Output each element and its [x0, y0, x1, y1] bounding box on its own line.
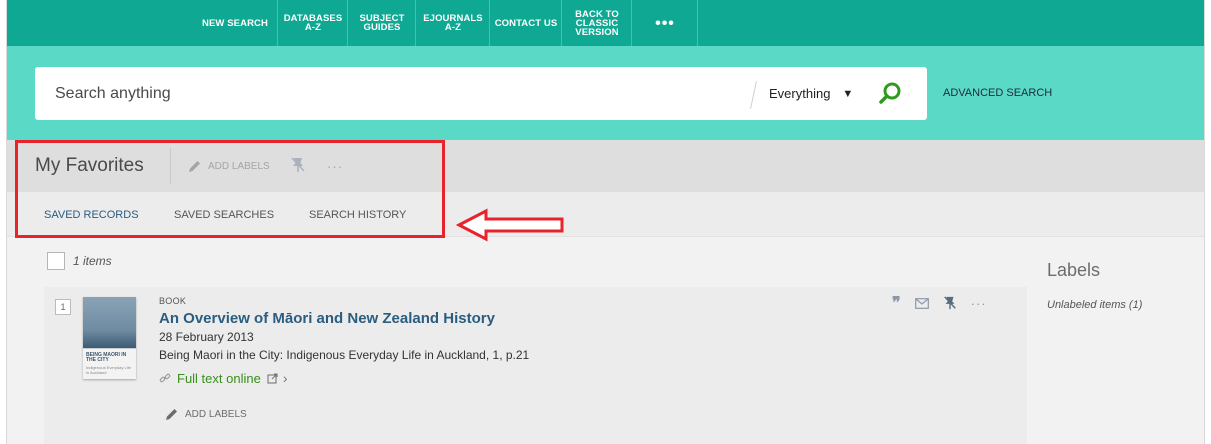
search-scope-dropdown[interactable]: Everything ▼ — [769, 67, 853, 120]
email-icon — [914, 297, 929, 309]
record-type: BOOK — [159, 296, 187, 306]
record-date: 28 February 2013 — [159, 330, 254, 344]
citation-icon[interactable]: ❞ — [892, 295, 901, 311]
record-actions: ❞ ··· — [892, 295, 1001, 311]
top-navigation: NEW SEARCH DATABASES A-Z SUBJECT GUIDES … — [7, 0, 1204, 46]
external-link-icon — [267, 372, 278, 384]
email-button[interactable] — [914, 297, 929, 309]
header-divider — [170, 148, 171, 184]
result-number[interactable]: 1 — [55, 299, 71, 315]
favorites-tabs: SAVED RECORDS SAVED SEARCHES SEARCH HIST… — [7, 192, 1204, 237]
unpin-record-button[interactable] — [943, 295, 957, 311]
unpin-button[interactable] — [290, 156, 306, 179]
page-title: My Favorites — [35, 155, 144, 176]
app-frame: NEW SEARCH DATABASES A-Z SUBJECT GUIDES … — [6, 0, 1205, 444]
results-count: 1 items — [73, 254, 112, 268]
scope-divider — [750, 81, 757, 109]
link-icon — [159, 373, 171, 383]
unpin-icon — [943, 296, 956, 310]
nav-subject-guides[interactable]: SUBJECT GUIDES — [351, 0, 413, 46]
full-text-online-link[interactable]: Full text online › — [159, 370, 288, 386]
nav-databases-az[interactable]: DATABASES A-Z — [281, 0, 345, 46]
availability-label: Full text online — [177, 370, 261, 386]
nav-new-search[interactable]: NEW SEARCH — [197, 0, 273, 46]
cover-title: BEING MAORI IN THE CITY — [86, 352, 127, 363]
nav-more-button[interactable]: ••• — [635, 0, 695, 46]
nav-divider — [631, 0, 632, 46]
add-labels-label: ADD LABELS — [208, 160, 270, 172]
record-title-link[interactable]: An Overview of Māori and New Zealand His… — [159, 310, 495, 327]
add-labels-card-button[interactable]: ADD LABELS — [164, 407, 247, 422]
search-icon — [879, 82, 901, 104]
record-source: Being Maori in the City: Indigenous Ever… — [159, 348, 530, 362]
nav-ejournals-az[interactable]: EJOURNALS A-Z — [419, 0, 487, 46]
label-unlabeled-items[interactable]: Unlabeled items (1) — [1047, 299, 1142, 311]
add-labels-card-label: ADD LABELS — [185, 409, 247, 420]
advanced-search-link[interactable]: ADVANCED SEARCH — [943, 46, 1052, 140]
more-options-button[interactable]: ··· — [327, 140, 343, 192]
add-labels-button[interactable]: ADD LABELS — [187, 140, 270, 192]
unpin-icon — [291, 157, 305, 172]
book-cover-thumbnail[interactable]: BEING MAORI IN THE CITY Indigenous Every… — [83, 297, 136, 379]
tab-saved-records[interactable]: SAVED RECORDS — [44, 192, 139, 237]
select-all-checkbox[interactable] — [47, 252, 65, 270]
search-input[interactable] — [35, 67, 745, 120]
annotation-arrow-icon — [456, 208, 564, 242]
record-more-button[interactable]: ··· — [971, 296, 987, 311]
nav-divider — [415, 0, 416, 46]
tab-search-history[interactable]: SEARCH HISTORY — [309, 192, 406, 237]
pencil-icon — [166, 409, 177, 420]
chevron-right-icon: › — [282, 370, 288, 386]
nav-divider — [697, 0, 698, 46]
nav-divider — [561, 0, 562, 46]
nav-contact-us[interactable]: CONTACT US — [493, 0, 559, 46]
favorites-header: My Favorites ADD LABELS ··· — [7, 140, 1204, 192]
cover-subtitle: Indigenous Everyday Life in Auckland — [86, 365, 131, 375]
caret-down-icon: ▼ — [842, 87, 854, 100]
nav-divider — [347, 0, 348, 46]
result-card: 1 BEING MAORI IN THE CITY Indigenous Eve… — [44, 287, 1027, 444]
nav-divider — [277, 0, 278, 46]
labels-heading: Labels — [1047, 260, 1101, 280]
pencil-icon — [189, 160, 200, 172]
search-button[interactable] — [873, 77, 907, 111]
nav-divider — [489, 0, 490, 46]
search-scope-value: Everything — [769, 86, 831, 101]
search-box: Everything ▼ — [35, 67, 927, 120]
nav-back-to-classic[interactable]: BACK TO CLASSIC VERSION — [565, 0, 629, 46]
search-bar-area: Everything ▼ ADVANCED SEARCH — [7, 46, 1204, 140]
tab-saved-searches[interactable]: SAVED SEARCHES — [174, 192, 274, 237]
